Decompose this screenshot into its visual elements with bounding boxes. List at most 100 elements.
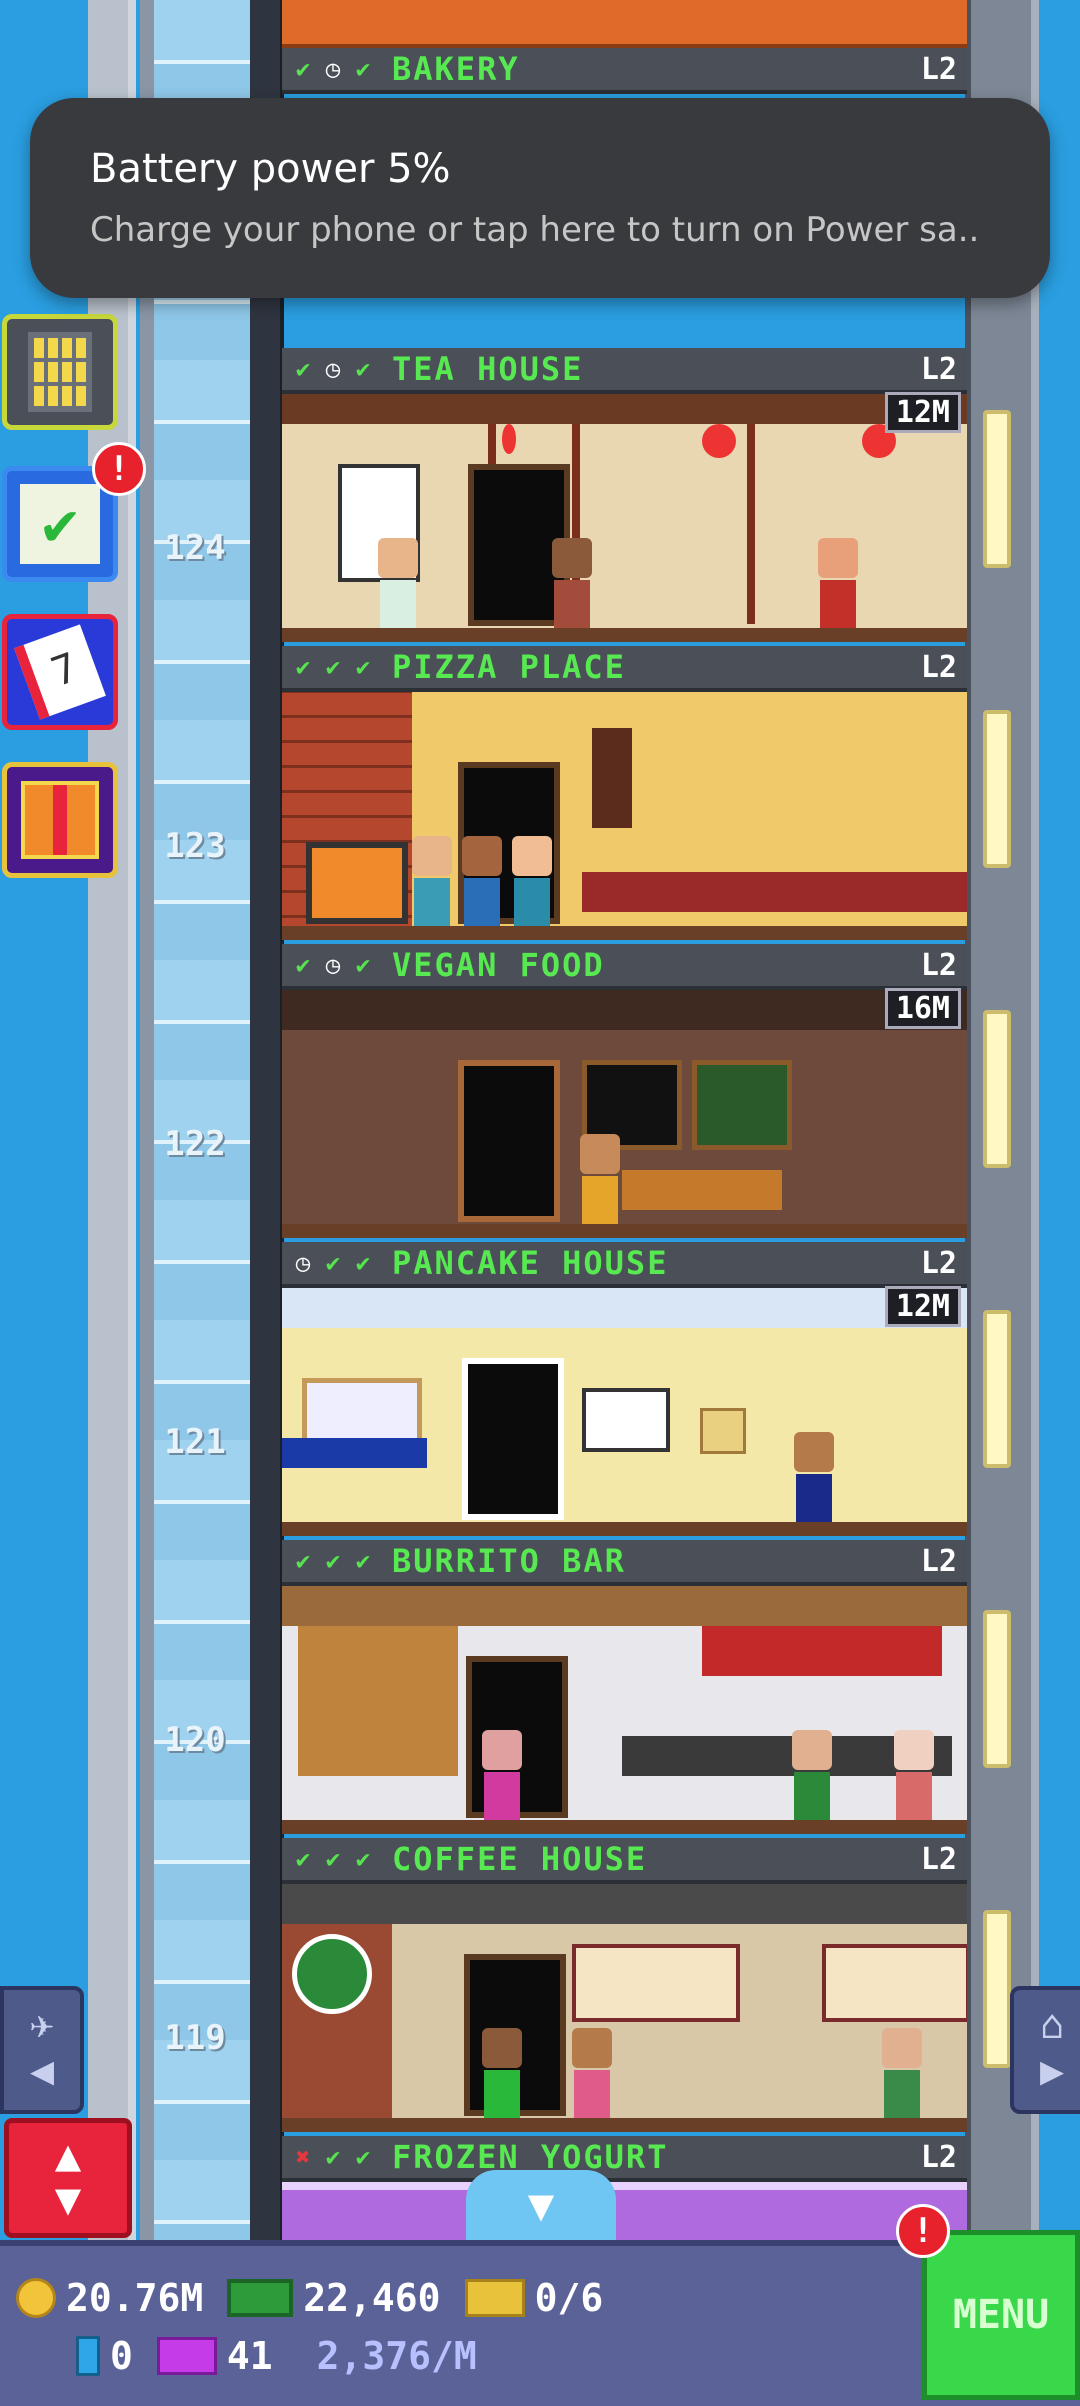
floor-header: ✔ ✔ ✔ PIZZA PLACE L2 [282,646,967,692]
check-icon: ✔ [355,1249,371,1277]
notification-body: Charge your phone or tap here to turn on… [90,210,980,250]
menu-button[interactable]: MENU [922,2230,1080,2400]
bits-value: 0 [110,2334,133,2378]
floor-header: ✔ ◷ ✔ VEGAN FOOD L2 [282,944,967,990]
floor-name: COFFEE HOUSE [392,1840,648,1878]
wood-panel [298,1626,458,1776]
floor-header: ✔ ✔ ✔ BURRITO BAR L2 [282,1540,967,1586]
floor-name: PANCAKE HOUSE [392,1244,669,1282]
income-rate: 2,376/M [316,2334,477,2378]
alert-badge: ! [92,442,146,496]
floor-number: 120 [164,1720,226,1760]
floor-burrito-bar[interactable]: ✔ ✔ ✔ BURRITO BAR L2 [282,1540,967,1838]
room-door [462,1358,564,1520]
check-icon: ✔ [355,653,371,681]
next-floor-button[interactable]: ⌂ ▶ [1010,1986,1080,2114]
floor-header: ✔ ◷ ✔ BAKERY L2 [282,48,967,94]
check-icon: ✔ [355,951,371,979]
bottom-hud: 20.76M 22,460 0/6 0 41 2,376/M [0,2240,1080,2406]
wall-light [983,710,1011,868]
wall-light [983,1010,1011,1168]
wall-light [983,410,1011,568]
wall-light [983,1310,1011,1468]
gift-button[interactable] [2,762,118,878]
vip-icon [156,2337,217,2375]
room-interior [282,1586,967,1834]
pizza-oven [306,842,408,924]
clock-icon: ◷ [295,1249,311,1277]
check-icon: ✔ [325,653,341,681]
check-icon: ✔ [355,1547,371,1575]
floor-header: ◷ ✔ ✔ PANCAKE HOUSE L2 [282,1242,967,1288]
gift-icon [21,781,99,859]
check-icon: ✔ [325,1845,341,1873]
arrow-down-icon: ▼ [54,2174,82,2225]
wall-picture [700,1408,746,1454]
lantern-icon [502,424,516,454]
room-interior [282,1288,967,1536]
coffee-cup-icon [292,1934,372,2014]
timer-badge: 16M [884,988,961,1029]
floor-name: TEA HOUSE [392,350,584,388]
vip-value: 41 [226,2334,273,2378]
floor-bakery[interactable]: ✔ ◷ ✔ BAKERY L2 [282,48,967,94]
check-icon: ✔ [325,1547,341,1575]
calendar-icon: 7 [14,624,106,720]
check-icon: ✔ [295,653,311,681]
menu-boards [572,1944,740,2022]
coins-value: 20.76M [66,2276,204,2320]
floor-number: 124 [164,528,226,568]
floor-coffee-house[interactable]: ✔ ✔ ✔ COFFEE HOUSE L2 [282,1838,967,2136]
wall-light [983,1910,1011,2068]
timer-badge: 12M [884,1286,961,1327]
floor-number: 123 [164,826,226,866]
floor-name: BURRITO BAR [392,1542,626,1580]
scroll-down-button[interactable]: ▼ [466,2170,616,2242]
room-interior [282,1884,967,2132]
tickets-value: 0/6 [534,2276,604,2320]
floor-level: L2 [920,51,957,87]
calendar-button[interactable]: 7 [2,614,118,730]
floor-header: ✖ ✔ ✔ FROZEN YOGURT L2 [282,2136,967,2182]
floor-number: 121 [164,1422,226,1462]
check-icon: ✔ [295,355,311,383]
x-icon: ✖ [295,2143,311,2171]
floor-vegan-food[interactable]: ✔ ◷ ✔ VEGAN FOOD L2 16M [282,944,967,1242]
floor-level: L2 [920,649,957,685]
previous-floor-button[interactable]: ✈ ◀ [0,1986,84,2114]
check-icon: ✔ [295,951,311,979]
floor-pizza-place[interactable]: ✔ ✔ ✔ PIZZA PLACE L2 [282,646,967,944]
lantern-icon [702,424,736,458]
check-icon: ✔ [325,1249,341,1277]
floor-header: ✔ ◷ ✔ TEA HOUSE L2 [282,348,967,394]
menu-boards [702,1626,942,1676]
floor-level: L2 [920,1841,957,1877]
coin-icon [16,2278,56,2318]
floor-frozen-yogurt[interactable]: ✖ ✔ ✔ FROZEN YOGURT L2 [282,2136,967,2248]
floor-name: PIZZA PLACE [392,648,626,686]
floor-level: L2 [920,947,957,983]
room-interior [282,394,967,642]
floor-pancake-house[interactable]: ◷ ✔ ✔ PANCAKE HOUSE L2 12M [282,1242,967,1540]
check-icon: ✔ [295,1547,311,1575]
check-icon: ✔ [355,355,371,383]
arrow-up-icon: ▲ [54,2130,82,2181]
floor-tea-house[interactable]: ✔ ◷ ✔ TEA HOUSE L2 12M [282,348,967,646]
check-icon: ✔ [355,1845,371,1873]
check-icon: ✔ [355,2143,371,2171]
check-icon: ✔ [355,55,371,83]
floor-level: L2 [920,1543,957,1579]
room-interior [282,692,967,940]
check-icon: ✔ [295,1845,311,1873]
chevron-left-icon: ◀ [29,2048,55,2094]
room-interior [282,990,967,1238]
clock-icon: ◷ [325,55,341,83]
battery-notification[interactable]: Battery power 5% Charge your phone or ta… [30,98,1050,298]
clock-icon: ◷ [325,951,341,979]
bit-icon [76,2336,100,2376]
alert-badge: ! [896,2204,950,2258]
elevator-button[interactable]: ▲ ▼ [4,2118,132,2238]
airplane-icon: ✈ [29,2002,55,2048]
floor-name: VEGAN FOOD [392,946,605,984]
tower-overview-button[interactable] [2,314,118,430]
